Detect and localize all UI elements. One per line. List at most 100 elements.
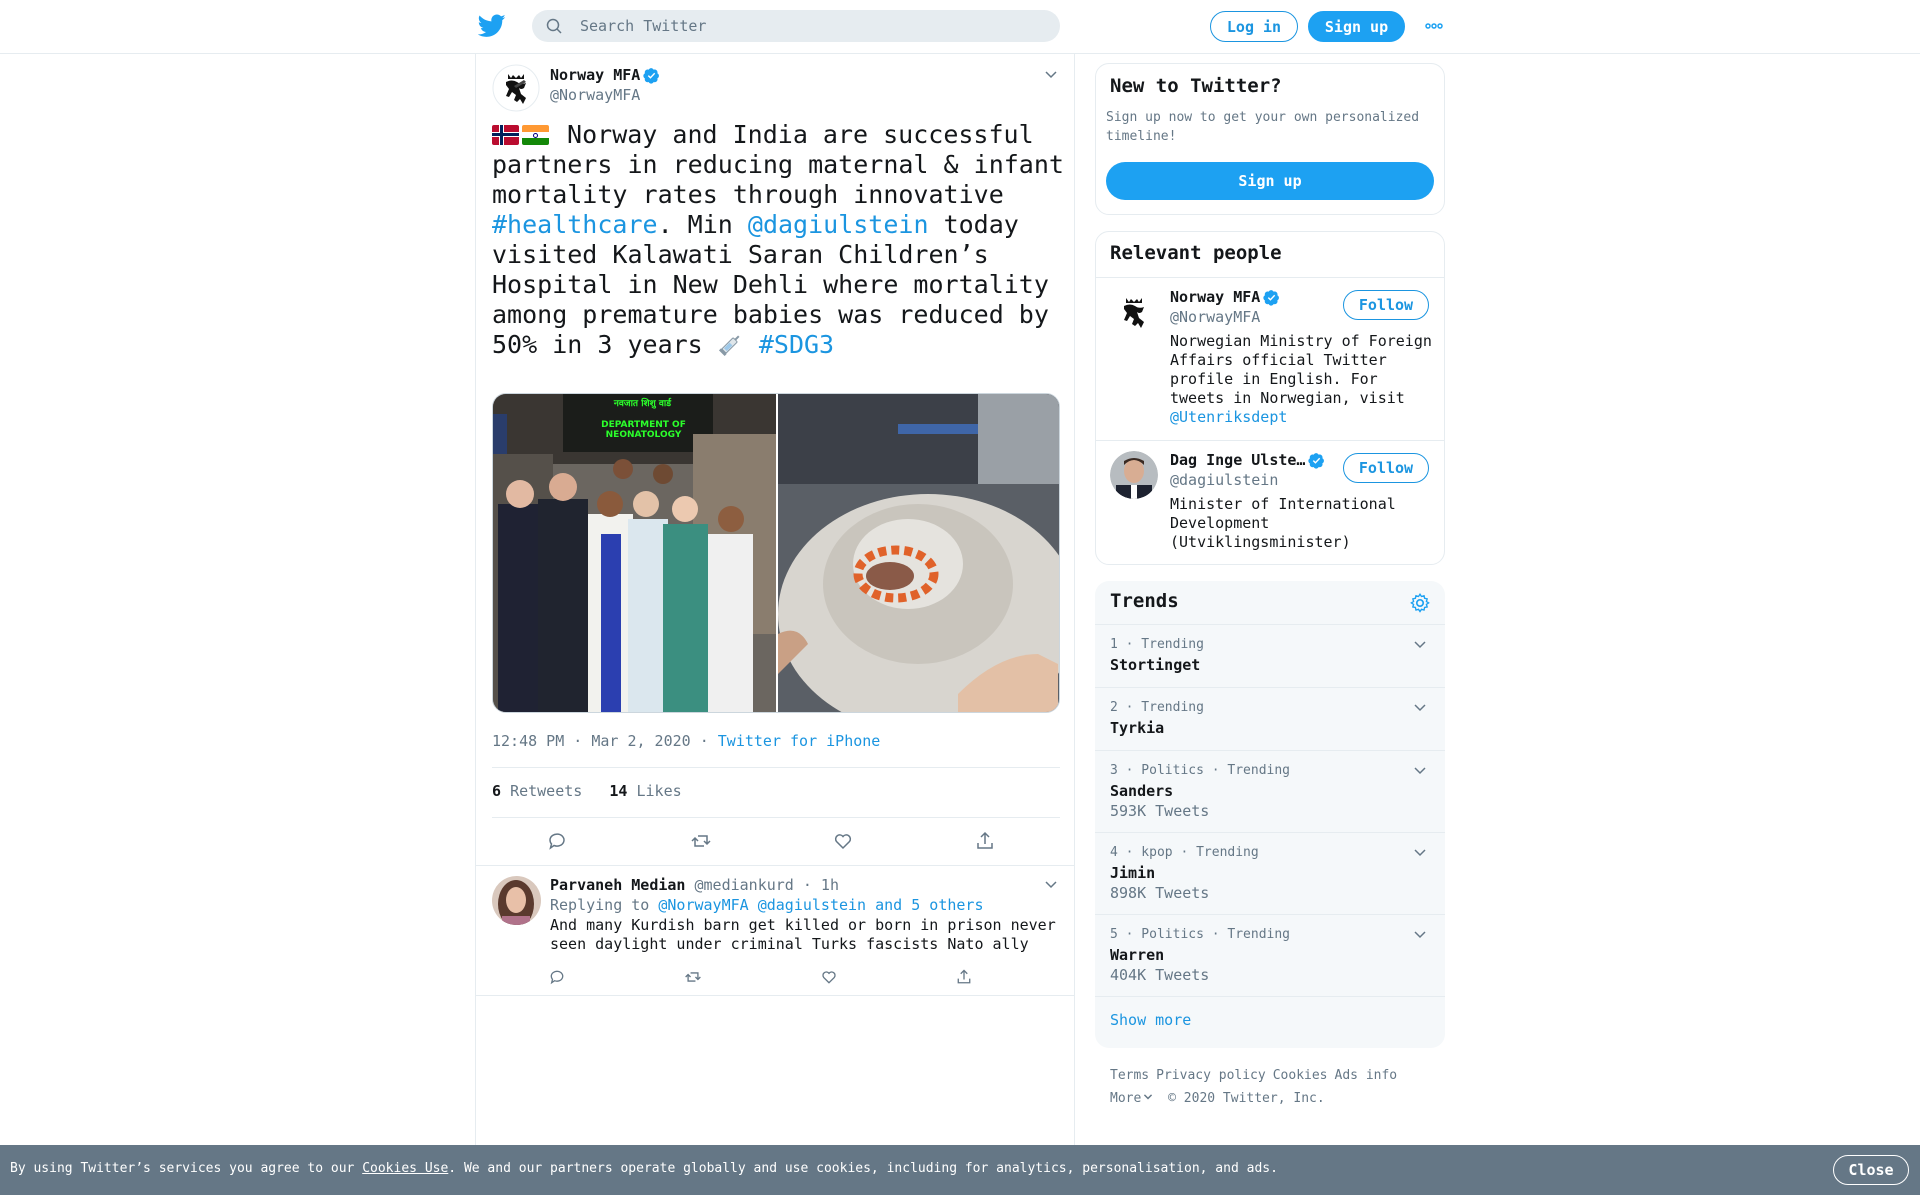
new-to-twitter-subtitle: Sign up now to get your own personalized…: [1106, 110, 1420, 144]
new-to-twitter-title: New to Twitter?: [1110, 75, 1282, 97]
tweet-author-handle[interactable]: @NorwayMFA: [550, 86, 640, 104]
likes-count: 14: [609, 782, 628, 800]
person-handle[interactable]: @dagiulstein: [1170, 471, 1278, 489]
likes-stat[interactable]: 14 Likes: [609, 782, 681, 800]
trend-tweet-count: 593K Tweets: [1110, 802, 1210, 820]
share-icon[interactable]: [974, 830, 996, 852]
footer-chevron-down-icon: [1144, 1094, 1153, 1100]
utenriksdept-link[interactable]: @Utenriksdept: [1170, 408, 1287, 426]
replying-to-users-link[interactable]: @NorwayMFA @dagiulstein and 5 others: [658, 896, 983, 914]
norway-coat-of-arms-avatar[interactable]: [492, 64, 540, 112]
verified-badge-icon: [1308, 453, 1325, 469]
footer-ads-info-link[interactable]: Ads info: [1335, 1068, 1398, 1083]
reply-header: Parvaneh Median @mediankurd · 1h: [550, 876, 839, 894]
cookie-text-after: . We and our partners operate globally a…: [448, 1161, 1278, 1176]
tweet-author-name-text[interactable]: Norway MFA: [550, 66, 640, 84]
reply-author-name[interactable]: Parvaneh Median: [550, 876, 685, 894]
reply-time[interactable]: · 1h: [803, 876, 839, 894]
trend-item[interactable]: 3 · Politics · Trending Sanders 593K Twe…: [1095, 750, 1445, 832]
trend-item[interactable]: 5 · Politics · Trending Warren 404K Twee…: [1095, 914, 1445, 996]
trend-item[interactable]: 1 · Trending Stortinget: [1095, 624, 1445, 687]
reply-retweet-icon[interactable]: [684, 968, 702, 986]
trend-item[interactable]: 2 · Trending Tyrkia: [1095, 687, 1445, 750]
tweet-timestamp[interactable]: 12:48 PM · Mar 2, 2020: [492, 732, 691, 750]
search-box[interactable]: [532, 10, 1060, 42]
trend-meta: 2 · Trending: [1110, 700, 1204, 715]
verified-badge-icon: [1263, 290, 1280, 306]
reply-icon[interactable]: [546, 830, 568, 852]
retweets-stat[interactable]: 6 Retweets: [492, 782, 582, 800]
tweet-source-link[interactable]: Twitter for iPhone: [718, 732, 881, 750]
hospital-group-photo[interactable]: [493, 394, 776, 713]
person-bio-text: Norwegian Ministry of Foreign Affairs of…: [1170, 332, 1432, 407]
person-name[interactable]: Norway MFA: [1170, 288, 1260, 306]
trend-chevron-down-icon[interactable]: [1413, 846, 1427, 860]
trend-name[interactable]: Warren: [1110, 946, 1164, 964]
twitter-bird-logo-icon[interactable]: [478, 14, 506, 38]
reply-author-avatar[interactable]: [492, 876, 541, 925]
footer-privacy-link[interactable]: Privacy policy: [1156, 1068, 1266, 1083]
likes-label: Likes: [636, 782, 682, 800]
hashtag-sdg3-link[interactable]: #SDG3: [759, 330, 834, 359]
reply-like-heart-icon[interactable]: [820, 968, 838, 986]
premature-baby-photo[interactable]: [778, 394, 1060, 713]
footer-cookies-link[interactable]: Cookies: [1273, 1068, 1328, 1083]
hashtag-healthcare-link[interactable]: #healthcare: [492, 210, 658, 239]
sidebar-sign-up-button[interactable]: Sign up: [1106, 162, 1434, 200]
trend-name[interactable]: Stortinget: [1110, 656, 1200, 674]
verified-badge-icon: [643, 68, 660, 84]
mention-dagiulstein-link[interactable]: @dagiulstein: [748, 210, 929, 239]
show-more-link[interactable]: Show more: [1110, 1011, 1191, 1029]
person-bio: Norwegian Ministry of Foreign Affairs of…: [1170, 332, 1435, 427]
log-in-button[interactable]: Log in: [1210, 11, 1298, 42]
cookie-close-button[interactable]: Close: [1833, 1155, 1909, 1185]
settings-gear-icon[interactable]: [1409, 592, 1431, 614]
syringe-emoji-icon: [718, 335, 740, 357]
norway-flag-icon: [492, 125, 519, 145]
reply-options-chevron-icon[interactable]: [1044, 878, 1058, 892]
more-dots-icon[interactable]: [1424, 18, 1444, 34]
retweet-icon[interactable]: [690, 830, 712, 852]
search-icon: [546, 18, 562, 34]
relevant-person-norway-mfa[interactable]: Norway MFA @NorwayMFA Follow Norwegian M…: [1096, 277, 1444, 440]
like-heart-icon[interactable]: [832, 830, 854, 852]
cookie-text-before: By using Twitter’s services you agree to…: [10, 1161, 363, 1176]
trend-meta: 1 · Trending: [1110, 637, 1204, 652]
footer-more-menu[interactable]: More: [1110, 1091, 1153, 1106]
trend-chevron-down-icon[interactable]: [1413, 928, 1427, 942]
follow-norway-mfa-button[interactable]: Follow: [1343, 290, 1429, 320]
cookies-use-link[interactable]: Cookies Use: [362, 1161, 448, 1176]
tweet-options-chevron-icon[interactable]: [1044, 68, 1058, 82]
trend-meta: 4 · kpop · Trending: [1110, 845, 1259, 860]
tweet-text-part: . Min: [657, 210, 748, 239]
trend-name[interactable]: Jimin: [1110, 864, 1155, 882]
reply-share-icon[interactable]: [955, 968, 973, 986]
trend-chevron-down-icon[interactable]: [1413, 764, 1427, 778]
follow-dagiulstein-button[interactable]: Follow: [1343, 453, 1429, 483]
trend-name[interactable]: Sanders: [1110, 782, 1173, 800]
relevant-person-dagiulstein[interactable]: Dag Inge Ulste… @dagiulstein Follow Mini…: [1096, 440, 1444, 564]
tweet-actions: [492, 818, 1060, 866]
trend-chevron-down-icon[interactable]: [1413, 638, 1427, 652]
person-name[interactable]: Dag Inge Ulste…: [1170, 451, 1305, 469]
person-bio: Minister of International Development (U…: [1170, 495, 1396, 551]
trends-panel: Trends 1 · Trending Stortinget 2 · Trend…: [1095, 581, 1445, 1048]
dagiulstein-avatar[interactable]: [1110, 451, 1158, 499]
footer-terms-link[interactable]: Terms: [1110, 1068, 1149, 1083]
new-to-twitter-card: New to Twitter? Sign up now to get your …: [1095, 63, 1445, 215]
trend-name[interactable]: Tyrkia: [1110, 719, 1164, 737]
reply-reply-icon[interactable]: [548, 968, 566, 986]
norway-mfa-avatar[interactable]: [1110, 288, 1158, 336]
footer-more-label: More: [1110, 1091, 1142, 1106]
sign-up-button[interactable]: Sign up: [1308, 11, 1405, 42]
trend-chevron-down-icon[interactable]: [1413, 701, 1427, 715]
photo-sign-hindi: नवजात शिशु वार्ड: [613, 399, 672, 409]
tweet-author-name[interactable]: Norway MFA: [550, 66, 660, 84]
person-handle[interactable]: @NorwayMFA: [1170, 308, 1260, 326]
reply-tweet[interactable]: Parvaneh Median @mediankurd · 1h Replyin…: [476, 866, 1074, 996]
search-input[interactable]: [580, 10, 1040, 42]
main-timeline-column: Norway MFA @NorwayMFA Norway and India a…: [475, 54, 1075, 1146]
trend-item[interactable]: 4 · kpop · Trending Jimin 898K Tweets: [1095, 832, 1445, 914]
reply-author-handle[interactable]: @mediankurd: [695, 876, 794, 894]
tweet-meta-line: 12:48 PM · Mar 2, 2020 · Twitter for iPh…: [492, 732, 880, 750]
